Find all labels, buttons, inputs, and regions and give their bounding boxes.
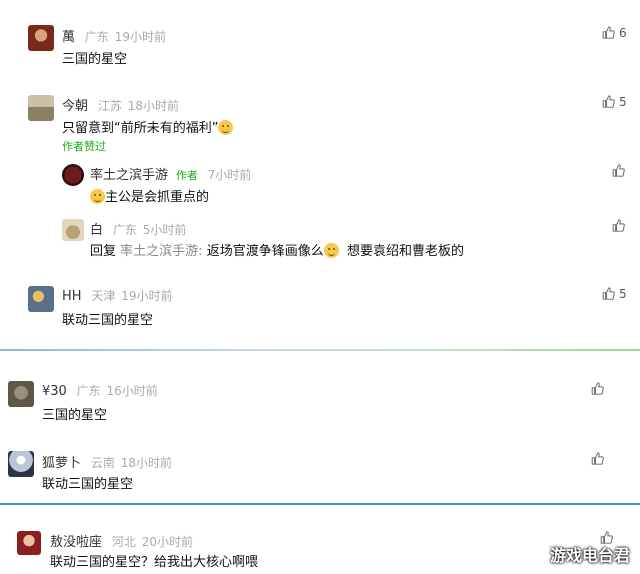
avatar[interactable] (28, 286, 54, 312)
comment-meta: HH 天津 19小时前 (62, 287, 173, 304)
avatar[interactable] (28, 95, 54, 121)
location: 广东 (76, 384, 101, 398)
thumb-up-icon (602, 287, 615, 300)
like-button[interactable]: 5 (602, 95, 627, 109)
location: 江苏 (97, 99, 122, 113)
user-name[interactable]: 今朝 (62, 99, 88, 114)
reply-meta: 白 广东 5小时前 (90, 219, 186, 238)
reply-text: 主公是会抓重点的 (90, 186, 209, 205)
avatar[interactable] (17, 531, 41, 555)
like-button[interactable] (612, 164, 625, 178)
reply-target[interactable]: 率土之滨手游: (120, 244, 202, 259)
timestamp: 16小时前 (106, 384, 158, 398)
timestamp: 19小时前 (114, 30, 166, 44)
comment-meta: 今朝 江苏 18小时前 (62, 95, 179, 114)
author-tag: 作者 (175, 169, 198, 182)
comment-text: 三国的星空 (42, 408, 108, 423)
location: 广东 (84, 30, 109, 44)
comment-text: 三国的星空 (62, 52, 128, 67)
reply-meta: 率土之滨手游 作者 7小时前 (90, 164, 251, 183)
comment-meta: 狐萝卜 云南 18小时前 (42, 452, 172, 471)
avatar[interactable] (62, 164, 84, 186)
location: 天津 (91, 289, 116, 303)
timestamp: 18小时前 (120, 456, 172, 470)
timestamp: 5小时前 (142, 223, 187, 237)
user-name[interactable]: 萬 (62, 30, 75, 45)
comment-text: 联动三国的星空 (42, 477, 134, 492)
reply-body-rest: 想要袁绍和曹老板的 (338, 244, 464, 259)
user-name[interactable]: 白 (90, 223, 103, 238)
thumb-up-icon (602, 95, 615, 108)
comment-meta: ¥30 广东 16小时前 (42, 382, 158, 399)
reply-body: 主公是会抓重点的 (105, 190, 210, 205)
reply-prefix: 回复 (90, 244, 117, 259)
user-name[interactable]: ¥30 (42, 384, 67, 399)
location: 河北 (111, 535, 136, 549)
like-button[interactable] (591, 382, 604, 396)
crying-emoji-icon (323, 243, 339, 258)
comment-text: 只留意到“前所未有的福利” (62, 117, 234, 136)
thumb-up-icon (591, 382, 604, 395)
like-button[interactable] (612, 219, 625, 233)
like-count: 5 (619, 287, 627, 301)
user-name[interactable]: 狐萝卜 (42, 456, 81, 471)
smile-emoji-icon (90, 189, 105, 204)
thumb-up-icon (612, 219, 625, 232)
comment-text: 联动三国的星空 (62, 313, 154, 328)
timestamp: 18小时前 (127, 99, 179, 113)
user-name[interactable]: HH (62, 289, 82, 304)
screenshot-divider (0, 503, 640, 505)
comment-body: 只留意到“前所未有的福利” (62, 121, 219, 136)
comment-meta: 敖没啦座 河北 20小时前 (50, 531, 193, 550)
like-button[interactable]: 5 (602, 287, 627, 301)
like-count: 6 (619, 26, 627, 40)
like-button[interactable] (591, 452, 604, 466)
smile-emoji-icon (218, 120, 234, 135)
watermark: 游戏电台君 (549, 546, 630, 565)
location: 广东 (112, 223, 137, 237)
comment-text: 联动三国的星空？给我出大核心啊喂 (50, 555, 259, 570)
reply-text: 回复 率土之滨手游: 返场官渡争锋画像么 想要袁绍和曹老板的 (90, 240, 464, 259)
timestamp: 19小时前 (121, 289, 173, 303)
user-name[interactable]: 敖没啦座 (50, 535, 102, 550)
avatar[interactable] (62, 219, 84, 241)
avatar[interactable] (28, 25, 54, 51)
thumb-up-icon (591, 452, 604, 465)
avatar[interactable] (8, 451, 34, 477)
user-name[interactable]: 率土之滨手游 (90, 168, 168, 183)
avatar[interactable] (8, 381, 34, 407)
location: 云南 (90, 456, 115, 470)
author-liked-badge: 作者赞过 (62, 140, 106, 153)
like-count: 5 (619, 95, 627, 109)
thumb-up-icon (612, 164, 625, 177)
screenshot-divider (0, 349, 640, 351)
reply-body: 返场官渡争锋画像么 (206, 244, 324, 259)
thumb-up-icon (602, 26, 615, 39)
timestamp: 7小时前 (207, 168, 252, 182)
comment-meta: 萬 广东 19小时前 (62, 26, 166, 45)
like-button[interactable]: 6 (602, 26, 627, 40)
timestamp: 20小时前 (141, 535, 193, 549)
